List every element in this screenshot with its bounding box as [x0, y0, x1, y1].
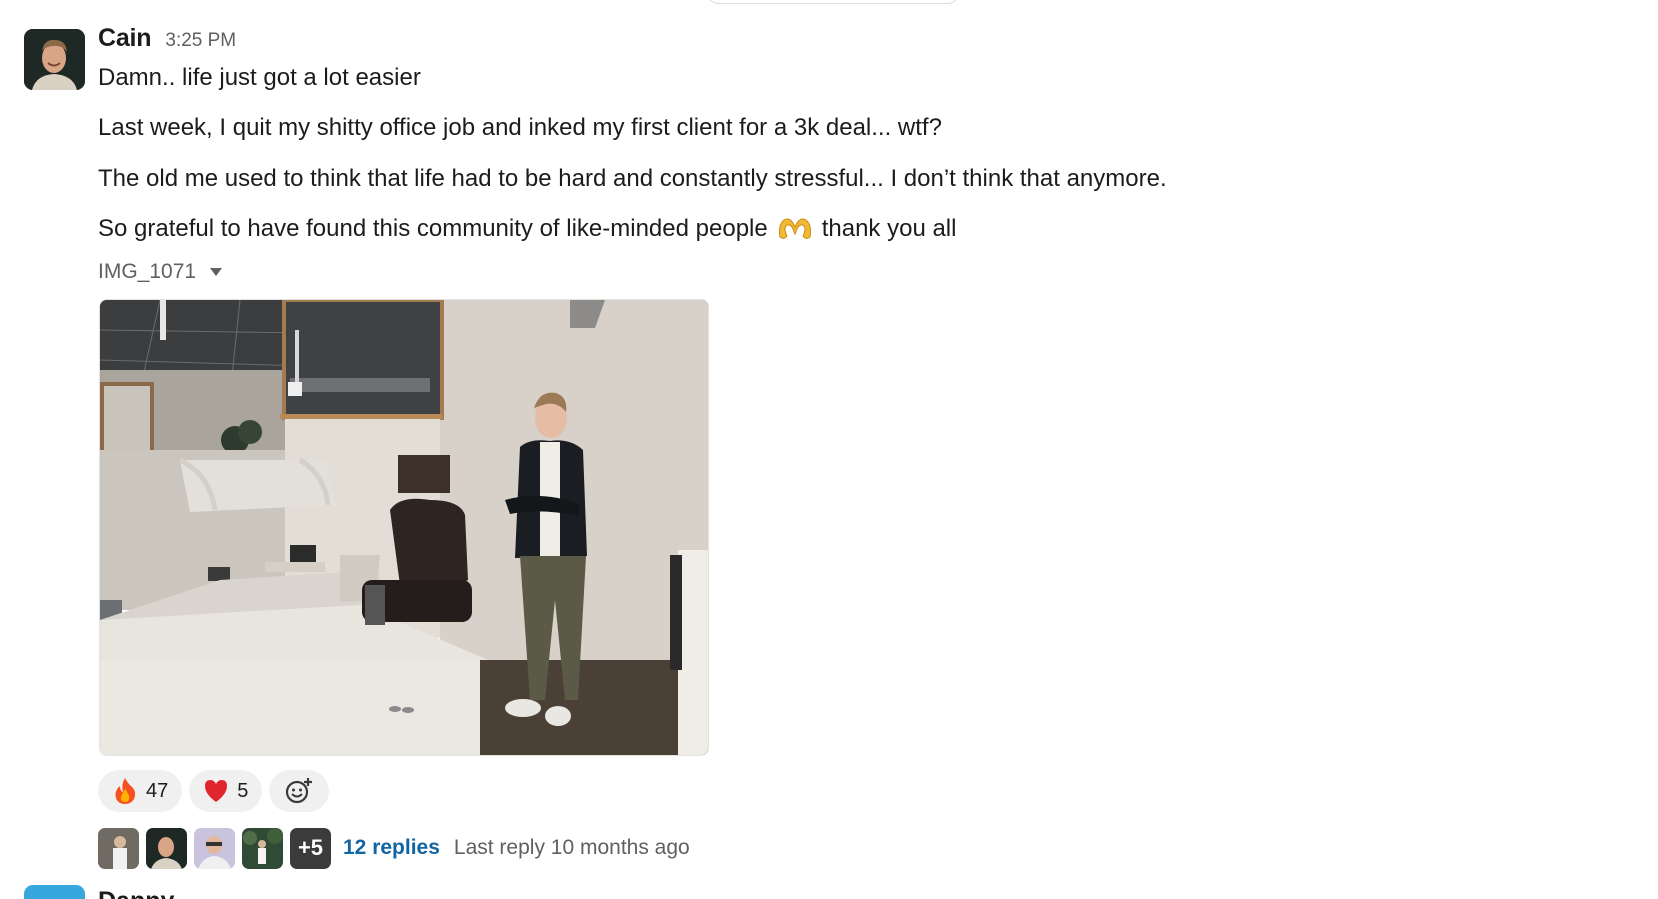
reply-avatar [194, 827, 235, 869]
author-avatar[interactable] [24, 29, 85, 90]
replies-link[interactable]: 12 replies [343, 836, 440, 860]
message-item: Cain 3:25 PM Damn.. life just got a lot … [0, 0, 1658, 880]
next-author-name[interactable]: Danny Ploughman [98, 883, 268, 899]
message-text-line: Damn.. life just got a lot easier [98, 64, 421, 91]
attachment-header[interactable]: IMG_1071 [98, 259, 1578, 285]
add-emoji-icon [286, 778, 313, 804]
message-text-line: So grateful to have found this community… [98, 215, 1578, 243]
next-author-avatar[interactable] [24, 885, 85, 899]
message-body: Cain 3:25 PM Damn.. life just got a lot … [98, 24, 1578, 285]
message-text-line: Last week, I quit my shitty office job a… [98, 114, 942, 141]
reactions-bar: 47 5 [98, 770, 330, 812]
attachment-name[interactable]: IMG_1071 [98, 260, 196, 284]
author-name[interactable]: Cain [98, 24, 152, 53]
reaction-red-heart[interactable]: 5 [189, 770, 263, 812]
last-reply-time: Last reply 10 months ago [453, 836, 690, 859]
reply-avatar [98, 827, 139, 869]
message-header: Cain 3:25 PM [98, 24, 1578, 62]
heart-hands-icon [776, 215, 814, 243]
message-text-line: The old me used to think that life had t… [98, 165, 1167, 192]
reaction-count: 5 [237, 779, 249, 802]
reaction-count: 47 [146, 779, 169, 802]
thread-summary[interactable]: +5 12 replies Last reply 10 months ago [98, 827, 690, 869]
reply-avatar [146, 827, 187, 869]
message-text-segment: thank you all [821, 215, 957, 242]
fire-icon [115, 778, 136, 804]
reaction-fire[interactable]: 47 [98, 770, 183, 812]
chevron-down-icon[interactable] [210, 268, 223, 276]
image-attachment[interactable] [99, 299, 709, 756]
message-text-segment: So grateful to have found this community… [98, 215, 768, 242]
message-timestamp[interactable]: 3:25 PM [165, 30, 236, 52]
red-heart-icon [205, 780, 228, 802]
reply-avatar [242, 827, 283, 869]
add-reaction-button[interactable] [269, 770, 330, 812]
more-repliers-badge: +5 [290, 827, 331, 869]
more-repliers-count: +5 [297, 835, 324, 860]
